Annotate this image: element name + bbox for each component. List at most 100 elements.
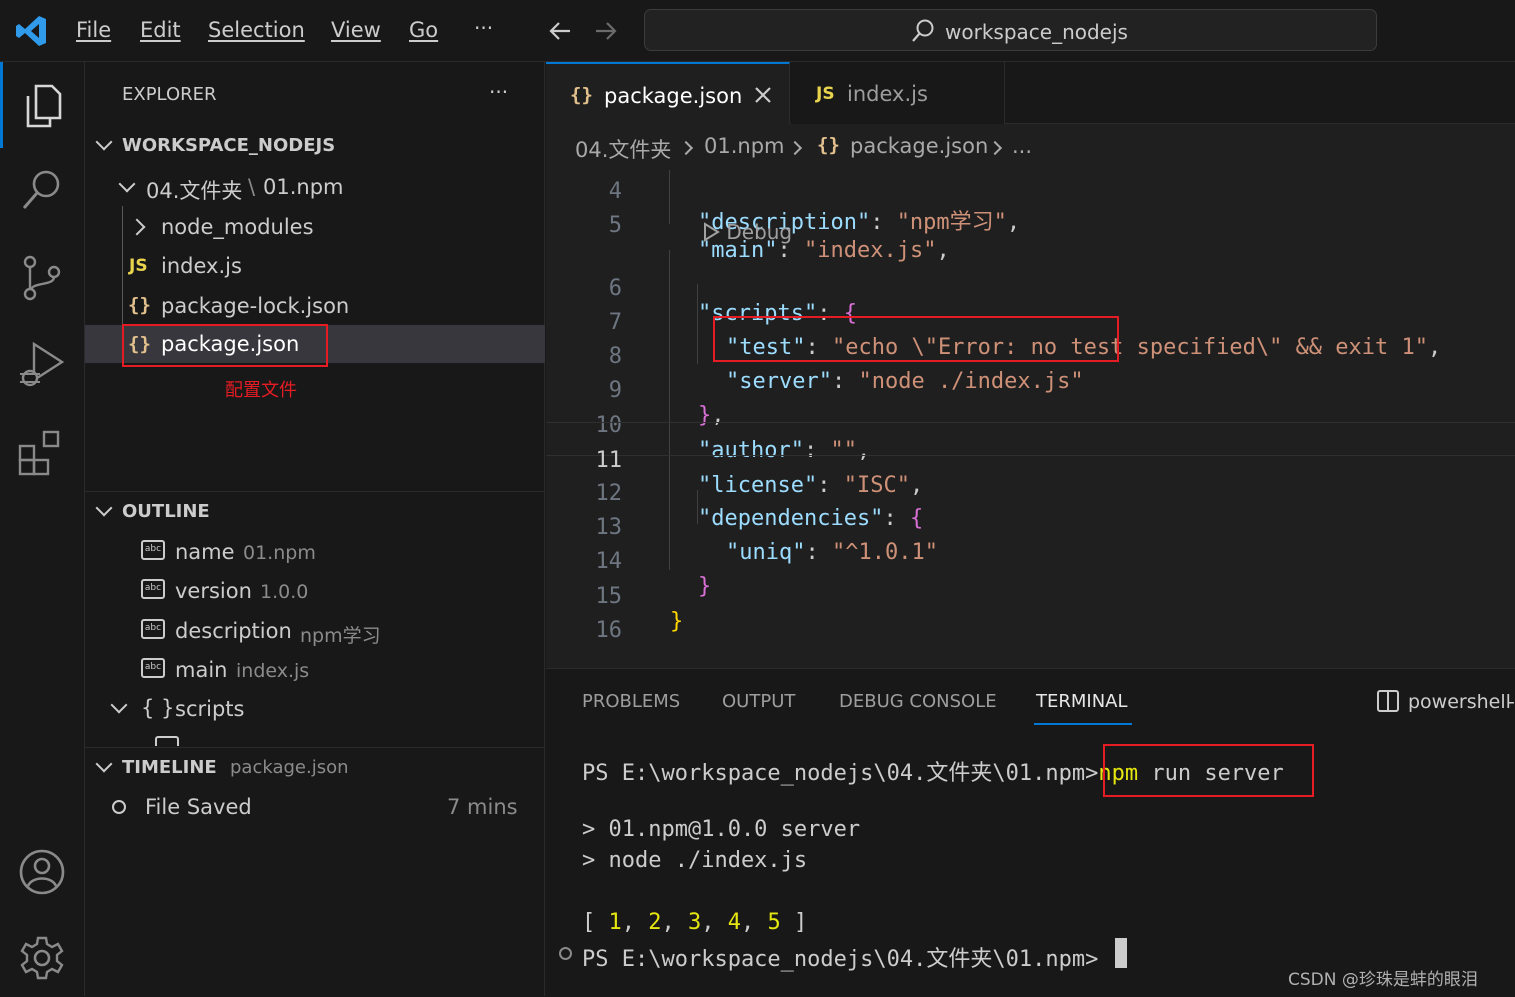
code-line-current: 11 "license": "ISC", <box>546 422 1515 498</box>
folder-label: 04.文件夹 <box>146 179 243 203</box>
outline-item[interactable]: abc description npm学习 <box>85 613 545 651</box>
object-icon: { } <box>141 696 175 720</box>
menu-selection[interactable]: Selection <box>208 18 305 42</box>
outline-value: 1.0.0 <box>260 581 309 603</box>
terminal-output[interactable]: PS E:\workspace_nodejs\04.文件夹\01.npm>npm… <box>546 729 1515 997</box>
search-text: workspace_nodejs <box>945 20 1128 44</box>
tab-label: index.js <box>847 82 928 106</box>
folder-row[interactable]: 04.文件夹 \ 01.npm <box>85 168 545 206</box>
code-line: 7 "test": "echo \"Error: no test specifi… <box>608 310 1442 360</box>
chevron-right-icon <box>678 140 694 156</box>
terminal-split-icon[interactable] <box>1376 689 1400 713</box>
back-arrow-icon[interactable] <box>548 20 572 42</box>
editor-area: {} package.json JS index.js 04.文件夹 01.np… <box>546 62 1515 668</box>
title-bar: File Edit Selection View Go ··· workspac… <box>0 0 1515 62</box>
explorer-title: EXPLORER <box>122 84 217 105</box>
breadcrumb: 04.文件夹 01.npm {} package.json ... <box>546 124 1515 170</box>
divider <box>85 491 545 492</box>
outline-value: npm学习 <box>300 625 381 647</box>
terminal-array-output: [ 1, 2, 3, 4, 5 ] <box>582 910 808 935</box>
outline-key: main <box>175 658 228 682</box>
menu-file[interactable]: File <box>76 18 111 42</box>
string-property-icon: abc <box>141 540 165 560</box>
more-menu-icon[interactable]: ··· <box>474 16 493 40</box>
menu-go[interactable]: Go <box>409 18 438 42</box>
string-property-icon: abc <box>141 619 165 639</box>
string-property-icon: abc <box>141 658 165 678</box>
tab-debug-console[interactable]: DEBUG CONSOLE <box>839 691 997 712</box>
tab-problems[interactable]: PROBLEMS <box>582 691 680 712</box>
command-decoration-icon <box>559 947 572 960</box>
outline-item[interactable]: abc version 1.0.0 <box>85 573 545 611</box>
workspace-header[interactable]: WORKSPACE_NODEJS <box>85 128 545 164</box>
breadcrumb-item[interactable]: 01.npm <box>704 134 785 158</box>
outline-item-scripts[interactable]: { } scripts <box>85 691 545 729</box>
commit-circle-icon <box>112 800 126 814</box>
outline-item[interactable]: abc name 01.npm <box>85 534 545 572</box>
menu-edit[interactable]: Edit <box>140 18 181 42</box>
search-icon[interactable] <box>14 162 70 218</box>
terminal-line: > 01.npm@1.0.0 server <box>582 817 861 842</box>
timeline-entry[interactable]: File Saved 7 mins <box>85 789 545 827</box>
divider <box>85 747 545 748</box>
outline-header[interactable]: OUTLINE <box>85 496 545 528</box>
code-line: 5 "main": "index.js", <box>608 213 950 263</box>
source-control-icon[interactable] <box>14 250 70 306</box>
timeline-header[interactable]: TIMELINE package.json <box>85 752 545 784</box>
explorer-files-icon[interactable] <box>14 78 70 134</box>
explorer-more-icon[interactable]: ··· <box>489 80 508 104</box>
code-area[interactable]: 4 "description": "npm学习", 5 "main": "ind… <box>546 170 1515 668</box>
breadcrumb-item[interactable]: ... <box>1012 134 1032 158</box>
timeline-entry-label: File Saved <box>145 795 252 819</box>
command-center-search[interactable]: workspace_nodejs <box>644 9 1377 51</box>
tab-terminal[interactable]: TERMINAL <box>1036 691 1128 712</box>
outline-value: index.js <box>236 660 310 682</box>
chevron-right-icon <box>128 218 146 236</box>
chevron-down-icon <box>95 755 113 773</box>
run-debug-icon[interactable] <box>14 336 70 392</box>
json-file-icon: {} <box>570 84 593 106</box>
timeline-entry-time: 7 mins <box>447 795 518 819</box>
tree-item-label: package-lock.json <box>161 294 350 318</box>
terminal-cursor <box>1115 938 1127 968</box>
breadcrumb-item[interactable]: package.json <box>850 134 988 158</box>
code-line: 6 "scripts": { <box>608 276 857 326</box>
tab-output[interactable]: OUTPUT <box>722 691 795 712</box>
tab-index-js[interactable]: JS index.js <box>791 62 1005 124</box>
code-line: 10 "author": "", <box>595 413 871 463</box>
activity-bar <box>0 62 85 996</box>
close-icon[interactable] <box>754 86 772 104</box>
watermark: CSDN @珍珠是蚌的眼泪 <box>1288 970 1478 990</box>
code-line: 15 } <box>595 584 684 634</box>
terminal-line: PS E:\workspace_nodejs\04.文件夹\01.npm> <box>582 947 1099 972</box>
debug-codelens[interactable]: Debug <box>702 220 792 244</box>
outline-item[interactable]: abc main index.js <box>85 652 545 690</box>
js-file-icon: JS <box>816 84 835 104</box>
chevron-down-icon <box>110 696 128 714</box>
outline-key: name <box>175 540 235 564</box>
explorer-sidebar: EXPLORER ··· WORKSPACE_NODEJS 04.文件夹 \ 0… <box>85 62 545 996</box>
settings-gear-icon[interactable] <box>14 930 70 986</box>
outline-title: OUTLINE <box>122 501 210 522</box>
code-line: 9 }, <box>608 378 725 428</box>
highlight-box <box>122 324 328 367</box>
tab-package-json[interactable]: {} package.json <box>546 62 790 124</box>
forward-arrow-icon[interactable] <box>594 20 618 42</box>
extensions-icon[interactable] <box>14 424 70 480</box>
account-icon[interactable] <box>14 844 70 900</box>
timeline-title: TIMELINE <box>122 757 217 778</box>
debug-label: Debug <box>726 220 793 244</box>
menu-view[interactable]: View <box>331 18 381 42</box>
breadcrumb-item[interactable]: 04.文件夹 <box>575 134 671 164</box>
tree-item-index-js[interactable]: JS index.js <box>85 247 545 285</box>
terminal-shell-label[interactable]: powershell <box>1408 691 1511 713</box>
chevron-right-icon <box>787 140 803 156</box>
tree-item-node-modules[interactable]: node_modules <box>85 208 545 246</box>
chevron-down-icon <box>95 499 113 517</box>
code-line: 12 "dependencies": { <box>595 481 924 531</box>
tree-item-package-lock-json[interactable]: {} package-lock.json <box>85 287 545 325</box>
active-indicator <box>0 62 3 148</box>
active-tab-indicator <box>1034 723 1132 725</box>
highlight-box <box>1103 744 1314 797</box>
timeline-file: package.json <box>230 757 349 778</box>
